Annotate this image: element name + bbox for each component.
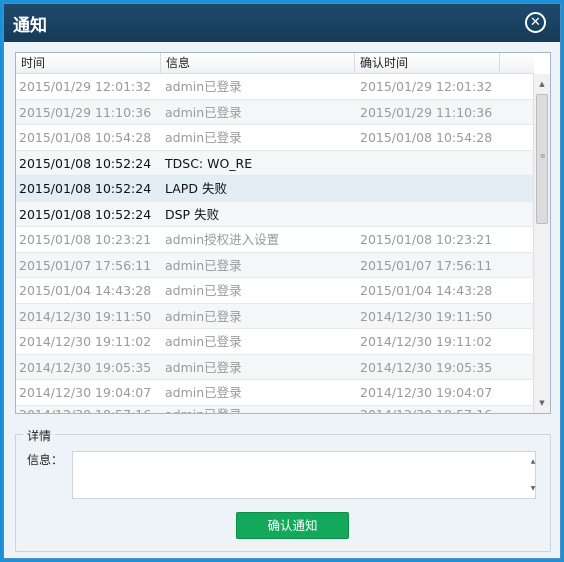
cell-info: DSP 失败 (165, 206, 220, 222)
info-label: 信息： (27, 453, 64, 467)
cell-time: 2015/01/08 10:52:24 (19, 155, 152, 171)
table-row[interactable]: 2015/01/08 10:52:24 DSP 失败 (16, 201, 534, 227)
table-header: 时间 信息 确认时间 (16, 53, 534, 74)
cell-info: admin已登录 (165, 359, 242, 375)
table-row[interactable]: 2015/01/04 14:43:28 admin已登录 2015/01/04 14… (16, 278, 534, 304)
table-row[interactable]: 2015/01/08 10:52:24 TDSC: WO_RE (16, 150, 534, 176)
column-header-confirm-time[interactable]: 确认时间 (355, 53, 500, 74)
cell-info: admin已登录 (165, 406, 242, 414)
cell-info: admin已登录 (165, 130, 242, 145)
cell-time: 2014/12/30 19:04:07 (19, 385, 152, 400)
cell-confirm: 2014/12/30 19:04:07 (360, 385, 493, 400)
info-textarea[interactable]: ▲ ▼ (72, 451, 536, 499)
detail-legend: 详情 (23, 427, 56, 444)
table-row[interactable]: 2015/01/29 11:10:36 admin已登录 2015/01/29 11… (16, 99, 534, 125)
column-header-time[interactable]: 时间 (16, 53, 161, 74)
table-row[interactable]: 2015/01/29 12:01:32 admin已登录 2015/01/29 12… (16, 74, 534, 100)
table-row[interactable]: 2014/12/30 18:57:16 admin已登录 2014/12/30 18… (16, 405, 534, 414)
cell-time: 2015/01/29 11:10:36 (19, 104, 152, 120)
confirm-notification-button[interactable]: 确认通知 (236, 512, 349, 539)
table-row[interactable]: 2014/12/30 19:11:02 admin已登录 2014/12/30 19… (16, 329, 534, 355)
table-row[interactable]: 2015/01/07 17:56:11 admin已登录 2015/01/07 17… (16, 252, 534, 278)
vertical-scrollbar[interactable]: ▲ ≡ ▼ (533, 74, 550, 413)
cell-confirm: 2014/12/30 19:11:02 (360, 334, 493, 349)
cell-info: TDSC: WO_RE (165, 155, 253, 171)
cell-info: admin授权进入设置 (165, 232, 280, 247)
cell-confirm: 2014/12/30 19:05:35 (360, 359, 493, 375)
cell-confirm: 2015/01/29 12:01:32 (360, 79, 493, 94)
cell-time: 2014/12/30 18:57:16 (19, 406, 152, 414)
cell-info: admin已登录 (165, 283, 242, 298)
table-body: 2015/01/29 12:01:32 admin已登录 2015/01/29 12… (16, 74, 534, 414)
cell-confirm: 2015/01/29 11:10:36 (360, 104, 493, 120)
cell-info: admin已登录 (165, 308, 242, 324)
info-scroll-up-icon[interactable]: ▲ (526, 458, 540, 465)
dialog-title: 通知 (13, 16, 47, 36)
cell-time: 2014/12/30 19:11:02 (19, 334, 152, 349)
notification-list: 时间 信息 确认时间 2015/01/29 12:01:32 admin已登录 20… (15, 52, 551, 414)
cell-time: 2015/01/04 14:43:28 (19, 283, 152, 298)
cell-time: 2015/01/07 17:56:11 (19, 257, 152, 273)
table-row[interactable]: 2014/12/30 19:04:07 admin已登录 2014/12/30 19… (16, 380, 534, 406)
close-icon[interactable]: ✕ (525, 12, 546, 33)
info-scroll-down-icon[interactable]: ▼ (526, 485, 540, 492)
dialog-titlebar: 通知 ✕ (4, 4, 560, 42)
cell-info: LAPD 失败 (165, 181, 227, 196)
cell-time: 2015/01/08 10:52:24 (19, 206, 152, 222)
cell-time: 2015/01/29 12:01:32 (19, 79, 152, 94)
notification-dialog: 通知 ✕ 时间 信息 确认时间 2015/01/29 12:01:32 admin… (3, 3, 561, 559)
cell-info: admin已登录 (165, 104, 242, 120)
cell-time: 2014/12/30 19:11:50 (19, 308, 152, 324)
cell-confirm: 2014/12/30 18:57:16 (360, 406, 493, 414)
column-header-info[interactable]: 信息 (161, 53, 355, 74)
scroll-down-arrow-icon[interactable]: ▼ (534, 395, 550, 411)
cell-time: 2014/12/30 19:05:35 (19, 359, 152, 375)
cell-confirm: 2014/12/30 19:11:50 (360, 308, 493, 324)
table-row[interactable]: 2015/01/08 10:52:24 LAPD 失败 (16, 176, 534, 202)
cell-confirm: 2015/01/08 10:23:21 (360, 232, 493, 247)
scrollbar-thumb[interactable]: ≡ (536, 94, 548, 224)
cell-confirm: 2015/01/08 10:54:28 (360, 130, 493, 145)
table-row[interactable]: 2015/01/08 10:54:28 admin已登录 2015/01/08 10… (16, 125, 534, 151)
column-header-spacer (500, 53, 534, 74)
cell-time: 2015/01/08 10:52:24 (19, 181, 152, 196)
cell-confirm: 2015/01/07 17:56:11 (360, 257, 493, 273)
cell-info: admin已登录 (165, 79, 242, 94)
cell-info: admin已登录 (165, 257, 242, 273)
scroll-up-arrow-icon[interactable]: ▲ (534, 76, 550, 92)
cell-info: admin已登录 (165, 385, 242, 400)
info-scrollbar[interactable]: ▲ ▼ (519, 452, 536, 498)
table-row[interactable]: 2014/12/30 19:05:35 admin已登录 2014/12/30 19… (16, 354, 534, 380)
cell-time: 2015/01/08 10:54:28 (19, 130, 152, 145)
scrollbar-grip-icon: ≡ (540, 152, 546, 160)
table-row[interactable]: 2014/12/30 19:11:50 admin已登录 2014/12/30 19… (16, 303, 534, 329)
cell-info: admin已登录 (165, 334, 242, 349)
detail-group: 详情 信息： ▲ ▼ 确认通知 (15, 427, 551, 552)
table-row[interactable]: 2015/01/08 10:23:21 admin授权进入设置 2015/01/08… (16, 227, 534, 253)
cell-confirm: 2015/01/04 14:43:28 (360, 283, 493, 298)
cell-time: 2015/01/08 10:23:21 (19, 232, 152, 247)
